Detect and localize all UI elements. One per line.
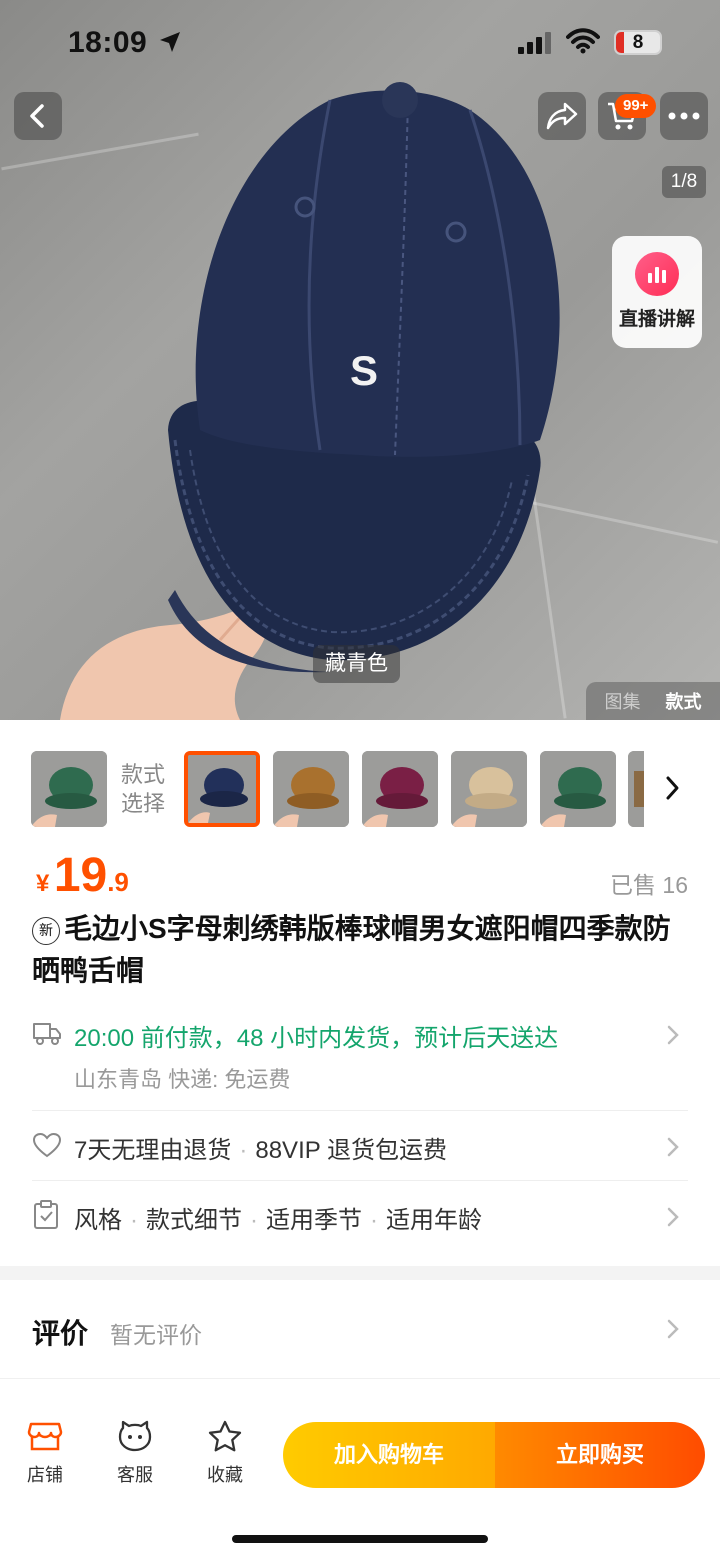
chevron-right-icon xyxy=(667,1319,679,1339)
shop-label: 店铺 xyxy=(27,1465,63,1485)
cart-count-badge: 99+ xyxy=(615,94,657,118)
divider xyxy=(32,1110,688,1111)
tab-gallery[interactable]: 图集 xyxy=(605,688,641,714)
chevron-right-icon xyxy=(667,1025,679,1045)
heart-icon xyxy=(32,1132,62,1158)
style-select-label: 款式选择 xyxy=(121,762,166,816)
chevron-right-icon xyxy=(667,1137,679,1157)
battery-indicator: 8 xyxy=(614,30,662,55)
divider xyxy=(32,1180,688,1181)
service-face-icon xyxy=(118,1420,152,1452)
live-explain-button[interactable]: 直播讲解 xyxy=(612,236,702,348)
shop-button[interactable]: 店铺 xyxy=(10,1420,80,1487)
shop-icon xyxy=(27,1422,63,1451)
product-title-text: 毛边小S字母刺绣韩版棒球帽男女遮阳帽四季款防晒鸭舌帽 xyxy=(32,913,671,986)
cellular-signal-icon xyxy=(518,32,551,54)
price-symbol: ¥ xyxy=(36,870,50,897)
back-button[interactable] xyxy=(14,92,62,140)
add-to-cart-button[interactable]: 加入购物车 xyxy=(283,1422,495,1488)
shipping-origin: 山东青岛 快递: 免运费 xyxy=(74,1067,291,1092)
live-explain-label: 直播讲解 xyxy=(618,309,695,330)
divider xyxy=(0,1378,720,1379)
param-season: 适用季节 xyxy=(266,1207,362,1234)
more-dots-icon xyxy=(668,112,700,120)
style-thumb-burgundy[interactable] xyxy=(362,751,438,827)
clipboard-icon xyxy=(34,1200,58,1229)
new-badge-icon: 新 xyxy=(32,917,60,945)
chevron-right-icon xyxy=(667,1207,679,1227)
favorite-button[interactable]: 收藏 xyxy=(190,1420,260,1487)
style-thumb-partial[interactable] xyxy=(628,751,644,827)
reviews-title: 评价 xyxy=(32,1318,89,1349)
view-switch: 图集 款式 xyxy=(586,682,720,720)
param-age: 适用年龄 xyxy=(386,1207,482,1234)
location-arrow-icon xyxy=(160,32,180,52)
parameters-row[interactable]: 风格 · 款式细节 · 适用季节 · 适用年龄 xyxy=(32,1198,688,1238)
param-detail: 款式细节 xyxy=(146,1207,242,1234)
reviews-empty-text: 暂无评价 xyxy=(110,1322,202,1348)
wifi-icon xyxy=(566,28,600,54)
truck-icon xyxy=(33,1023,61,1045)
section-gap xyxy=(0,1266,720,1280)
price-integer: 19 xyxy=(53,849,108,902)
style-thumb-green[interactable] xyxy=(31,751,107,827)
sold-count: 已售 16 xyxy=(610,872,688,898)
buy-now-button[interactable]: 立即购买 xyxy=(495,1422,705,1488)
star-icon xyxy=(208,1420,242,1452)
style-thumb-khaki[interactable] xyxy=(273,751,349,827)
status-time: 18:09 xyxy=(68,26,148,59)
style-thumb-navy[interactable] xyxy=(184,751,260,827)
customer-service-button[interactable]: 客服 xyxy=(100,1420,170,1487)
share-button[interactable] xyxy=(538,92,586,140)
shipping-promise: 20:00 前付款，48 小时内发货，预计后天送达 xyxy=(74,1025,559,1052)
tab-styles[interactable]: 款式 xyxy=(666,688,702,714)
style-selector: 款式选择 xyxy=(0,720,720,850)
home-indicator xyxy=(232,1535,488,1543)
price-decimal: .9 xyxy=(107,867,129,897)
more-options-button[interactable] xyxy=(660,92,708,140)
vip-return-text: 88VIP 退货包运费 xyxy=(255,1137,447,1164)
chevron-right-icon[interactable] xyxy=(662,775,682,801)
status-bar: 18:09 8 xyxy=(0,0,720,84)
return-policy-text: 7天无理由退货 xyxy=(74,1137,232,1164)
bottom-action-bar: 店铺 客服 收藏 加入购物车 立即购买 xyxy=(0,1400,720,1558)
shipping-row[interactable]: 20:00 前付款，48 小时内发货，预计后天送达 山东青岛 快递: 免运费 xyxy=(32,1012,688,1102)
return-policy-row[interactable]: 7天无理由退货 · 88VIP 退货包运费 xyxy=(32,1128,688,1168)
image-page-indicator: 1/8 xyxy=(662,166,706,198)
product-image[interactable]: S 18:09 8 99+ 1/8 直播讲解 藏青色 图集 款式 xyxy=(0,0,720,720)
svg-text:S: S xyxy=(350,347,378,394)
color-tag: 藏青色 xyxy=(313,645,400,683)
style-thumb-green-2[interactable] xyxy=(540,751,616,827)
product-title: 新毛边小S字母刺绣韩版棒球帽男女遮阳帽四季款防晒鸭舌帽 xyxy=(32,908,692,992)
price: ¥ 19.9 xyxy=(36,848,129,903)
live-chart-icon xyxy=(635,252,679,296)
favorite-label: 收藏 xyxy=(207,1465,243,1485)
service-label: 客服 xyxy=(117,1465,153,1485)
chevron-left-icon xyxy=(30,104,44,128)
param-style: 风格 xyxy=(74,1207,122,1234)
style-thumb-beige[interactable] xyxy=(451,751,527,827)
share-icon xyxy=(546,102,578,130)
